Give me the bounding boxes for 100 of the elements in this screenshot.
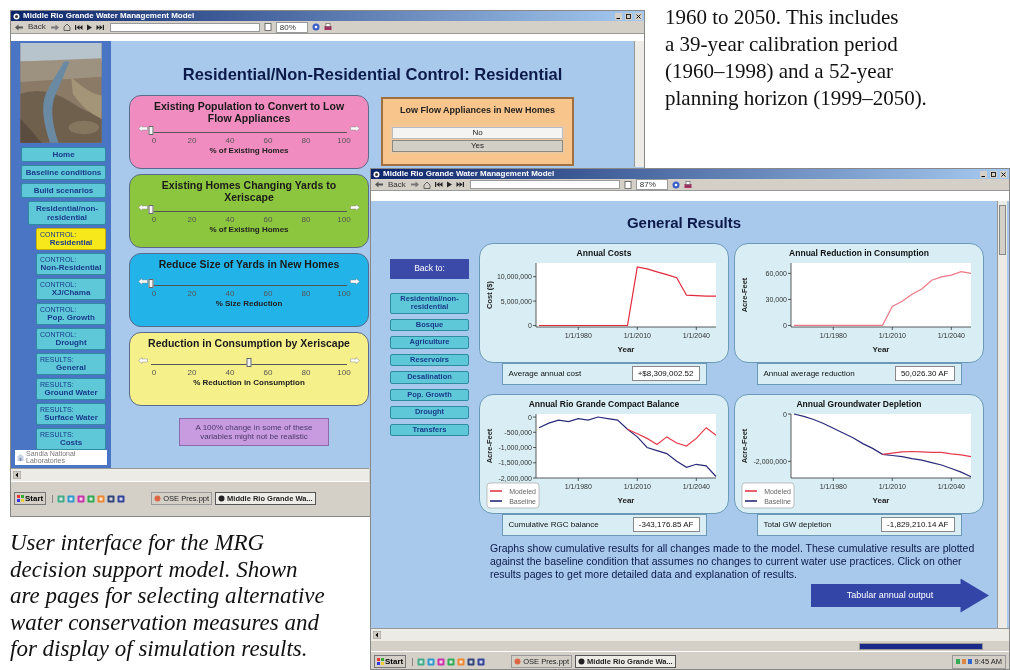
home-icon[interactable]	[422, 180, 431, 189]
axis-title: Year	[617, 495, 635, 505]
start-button[interactable]: Start	[14, 492, 47, 505]
chart-title: Annual Reduction in Consumption	[789, 247, 929, 259]
tick-label: 0	[150, 214, 158, 224]
slider-thumb[interactable]	[148, 278, 154, 288]
skip-back-icon[interactable]	[74, 23, 83, 31]
play-icon[interactable]	[86, 23, 92, 31]
y-axis	[787, 413, 792, 478]
legend-swatch	[489, 499, 503, 502]
maximize-icon[interactable]	[625, 12, 632, 20]
nav-item[interactable]: Build scenarios	[21, 182, 106, 198]
right-arrow-icon[interactable]	[350, 278, 360, 286]
slider-thumb[interactable]	[148, 125, 154, 135]
page-heading: Residential/Non-Residential Control: Residential	[181, 64, 564, 85]
window-title: Middle Rio Grande Water Management Model	[23, 12, 195, 20]
print-icon[interactable]	[683, 180, 692, 189]
tick-label: 20	[186, 367, 198, 377]
tick-label: 0	[150, 288, 158, 298]
axis-label: % of Existing Homes	[209, 224, 289, 235]
start-button[interactable]: Start	[374, 655, 407, 668]
zoom-field[interactable]: 80%	[275, 21, 308, 33]
option-item[interactable]: No	[392, 127, 563, 140]
tick-label: 60	[262, 288, 274, 298]
scroll-thumb[interactable]	[999, 205, 1006, 255]
forward-arrow-icon[interactable]	[410, 181, 419, 188]
window-title: Middle Rio Grande Water Management Model	[383, 170, 555, 178]
stat-label: Average annual cost	[508, 367, 582, 380]
slider-track[interactable]	[151, 203, 347, 212]
app-icon	[13, 12, 20, 20]
slider-track[interactable]	[151, 277, 347, 286]
left-arrow-icon[interactable]	[138, 125, 148, 133]
address-field[interactable]	[109, 22, 260, 32]
maximize-icon[interactable]	[990, 170, 997, 178]
skip-back-icon[interactable]	[434, 181, 443, 188]
slider-track[interactable]	[151, 124, 347, 133]
zoom-field[interactable]: 87%	[635, 179, 668, 190]
caption-line: User interface for the MRG	[10, 530, 266, 557]
close-icon[interactable]	[1000, 170, 1007, 178]
tray-icons-icon[interactable]	[956, 658, 973, 665]
caption-line: are pages for selecting alternative	[10, 583, 325, 610]
vertical-scrollbar[interactable]	[634, 41, 644, 167]
stat-value-field: -343,176.85 AF	[632, 517, 700, 532]
windows-logo-icon	[377, 658, 384, 665]
vertical-scrollbar[interactable]	[997, 201, 1007, 628]
help-icon[interactable]	[671, 180, 680, 189]
stat-label: Cumulative RGC balance	[508, 518, 599, 531]
warning-note: A 100% change in some of these variables might not be realistic	[179, 417, 329, 446]
slider-thumb[interactable]	[148, 204, 154, 214]
left-arrow-icon[interactable]	[138, 204, 148, 212]
next-arrow-button[interactable]: Tabular annual output	[811, 578, 989, 613]
tick-label: 40	[224, 367, 236, 377]
tick-label: 60	[262, 214, 274, 224]
slider-thumb[interactable]	[246, 357, 252, 367]
stat-value-field: 50,026.30 AF	[894, 366, 955, 381]
tick-label: 40	[224, 135, 236, 145]
minimize-icon[interactable]	[615, 12, 622, 20]
print-icon[interactable]	[323, 23, 332, 31]
back-arrow-icon[interactable]	[375, 181, 383, 188]
chart-title: Annual Costs	[576, 247, 632, 259]
skip-forward-icon[interactable]	[455, 181, 464, 188]
help-icon[interactable]	[311, 23, 320, 31]
scroll-left-icon[interactable]	[13, 471, 21, 479]
stat-value-field: +$8,309,002.52	[631, 366, 700, 381]
nav-item[interactable]: Baseline conditions	[21, 164, 106, 180]
tick-label: 20	[186, 214, 198, 224]
right-arrow-icon[interactable]	[350, 204, 360, 212]
tick-label: 80	[300, 367, 312, 377]
horizontal-scrollbar[interactable]	[371, 628, 1009, 641]
page-icon[interactable]	[263, 23, 272, 31]
tick-label: 20	[186, 288, 198, 298]
axis-title: Year	[872, 495, 890, 505]
forward-arrow-icon[interactable]	[50, 23, 59, 31]
scroll-left-icon[interactable]	[373, 631, 381, 639]
page-icon[interactable]	[623, 180, 632, 189]
close-icon[interactable]	[635, 12, 642, 20]
tick-label: 40	[224, 288, 236, 298]
skip-forward-icon[interactable]	[95, 23, 104, 31]
play-icon[interactable]	[446, 181, 452, 188]
back-arrow-icon[interactable]	[15, 23, 23, 31]
home-icon[interactable]	[62, 23, 71, 31]
horizontal-scrollbar[interactable]	[11, 468, 369, 481]
address-field[interactable]	[469, 180, 620, 189]
right-arrow-icon[interactable]	[350, 125, 360, 133]
option-item[interactable]: Yes	[392, 140, 563, 153]
axis-label: % Reduction in Consumption	[193, 377, 305, 388]
slider-track[interactable]	[151, 356, 347, 365]
tick-label: 60	[262, 135, 274, 145]
left-arrow-icon[interactable]	[138, 278, 148, 286]
back-button[interactable]: Back	[387, 180, 407, 189]
tick-label: 100	[337, 367, 351, 377]
nav-item[interactable]: Residential/non-residential	[28, 200, 106, 225]
legend-swatch	[744, 499, 758, 502]
windows-logo-icon	[17, 495, 24, 502]
minimize-icon[interactable]	[980, 170, 987, 178]
page-heading: General Results	[625, 213, 743, 233]
section-label: Back to:	[390, 258, 469, 279]
nav-item[interactable]: Home	[21, 146, 106, 162]
back-button[interactable]: Back	[27, 23, 47, 31]
paragraph-line: planning horizon (1999–2050).	[665, 85, 927, 112]
